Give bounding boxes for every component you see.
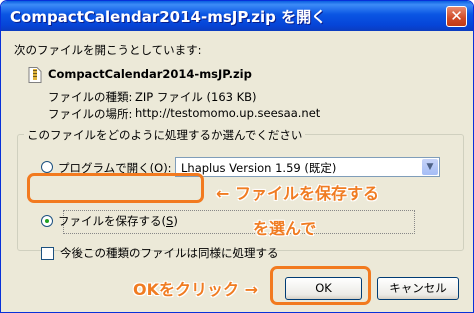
save-highlight-box <box>27 173 204 203</box>
title-bar[interactable]: CompactCalendar2014-msJP.zip を開く ✕ <box>1 1 473 31</box>
save-file-label[interactable]: ファイルを保存する(S) <box>58 213 178 229</box>
chevron-down-icon[interactable]: ▼ <box>422 159 438 175</box>
file-location-label: ファイルの場所: <box>48 107 133 121</box>
close-button[interactable]: ✕ <box>446 6 467 27</box>
file-type-label: ファイルの種類: <box>48 90 133 104</box>
intro-text: 次のファイルを開こうとしています: <box>14 43 202 57</box>
file-name: CompactCalendar2014-msJP.zip <box>48 67 252 81</box>
ok-highlight-box <box>270 266 371 305</box>
save-annotation: ← ファイルを保存する <box>216 184 379 203</box>
zip-file-icon <box>28 67 42 83</box>
file-location-value: http://testomomo.up.seesaa.net <box>135 106 321 120</box>
remember-label[interactable]: 今後この種類のファイルは同様に処理する <box>60 245 279 261</box>
file-type-value: ZIP ファイル (163 KB) <box>135 90 257 104</box>
window-title: CompactCalendar2014-msJP.zip を開く <box>10 8 327 26</box>
program-select-value: Lhaplus Version 1.59 (既定) <box>181 161 337 175</box>
open-with-radio[interactable] <box>41 161 53 173</box>
ok-annotation: OKをクリック → <box>133 280 258 299</box>
save-dialog-window: CompactCalendar2014-msJP.zip を開く ✕ 次のファイ… <box>0 0 474 313</box>
save-file-radio[interactable] <box>41 215 53 227</box>
cancel-button[interactable]: キャンセル <box>377 277 459 300</box>
program-select[interactable]: Lhaplus Version 1.59 (既定) ▼ <box>175 157 440 177</box>
action-group-title: このファイルをどのように処理するか選んでください <box>24 127 306 143</box>
choose-annotation: を選んで <box>253 219 317 238</box>
remember-checkbox[interactable] <box>41 247 54 260</box>
dialog-body: 次のファイルを開こうとしています: CompactCalendar2014-ms… <box>4 31 470 311</box>
radio-selected-dot <box>45 219 49 223</box>
